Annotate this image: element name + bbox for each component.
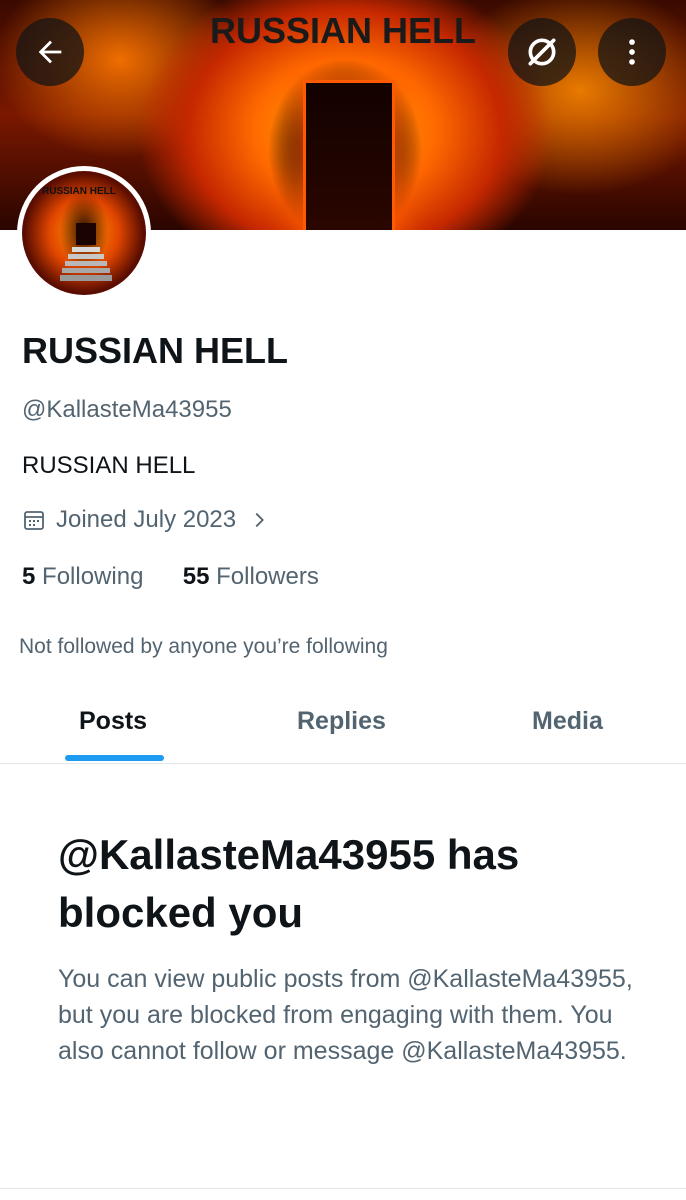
back-button[interactable] [16, 18, 84, 86]
joined-date[interactable]: Joined July 2023 [22, 506, 270, 534]
following-label: Following [42, 563, 144, 590]
avatar-text: RUSSIAN HELL [42, 186, 116, 197]
follow-stats: 5 Following 55 Followers [22, 563, 319, 591]
more-vertical-icon [629, 39, 635, 65]
avatar[interactable]: RUSSIAN HELL [17, 166, 151, 300]
back-arrow-icon [38, 40, 62, 64]
divider [0, 1188, 686, 1189]
banner-title: RUSSIAN HELL [209, 10, 476, 51]
no-signal-button[interactable] [508, 18, 576, 86]
joined-label: Joined July 2023 [56, 506, 237, 533]
no-signal-icon [528, 38, 556, 66]
not-followed-notice: Not followed by anyone you’re following [19, 635, 388, 658]
profile-tabs: Posts Replies Media [0, 685, 686, 764]
blocked-description: You can view public posts from @Kallaste… [58, 965, 633, 1065]
active-tab-indicator [65, 755, 164, 761]
followers-label: Followers [216, 563, 319, 590]
followers-count: 55 [182, 563, 210, 590]
blocked-title: @KallasteMa43955 has blocked you [58, 831, 520, 936]
profile-name: RUSSIAN HELL [22, 330, 289, 371]
profile-bio: RUSSIAN HELL [22, 452, 196, 479]
more-options-button[interactable] [598, 18, 666, 86]
banner-door-image [303, 80, 395, 230]
tab-replies[interactable]: Replies [297, 707, 386, 736]
tab-media[interactable]: Media [532, 707, 603, 736]
calendar-icon [24, 511, 44, 530]
chevron-right-icon [255, 512, 265, 528]
following-count: 5 [22, 563, 36, 590]
avatar-stairs-image [60, 223, 112, 281]
following-link[interactable]: 5 Following [22, 563, 143, 590]
followers-link[interactable]: 55 Followers [183, 563, 319, 590]
profile-handle: @KallasteMa43955 [22, 396, 232, 423]
tab-posts[interactable]: Posts [79, 707, 147, 736]
avatar-image: RUSSIAN HELL [22, 171, 146, 295]
